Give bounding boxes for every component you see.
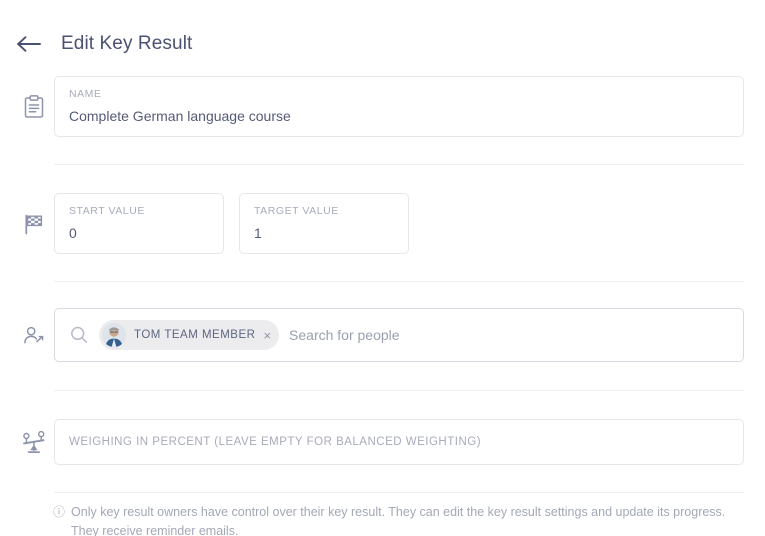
target-value-field[interactable]: TARGET VALUE 1	[239, 193, 409, 254]
weighing-field[interactable]: WEIGHING IN PERCENT (LEAVE EMPTY FOR BAL…	[54, 419, 744, 465]
values-icon-cell	[14, 193, 54, 236]
page-header: Edit Key Result	[0, 0, 765, 66]
people-fields: TOM TEAM MEMBER × Search for people	[54, 308, 765, 362]
person-add-icon	[22, 324, 46, 348]
clipboard-icon	[23, 95, 45, 119]
owner-info-note: ⓘ Only key result owners have control ov…	[0, 493, 765, 536]
name-field[interactable]: NAME Complete German language course	[54, 76, 744, 137]
person-chip-name: TOM TEAM MEMBER	[134, 329, 256, 341]
balance-scale-icon	[21, 431, 47, 455]
person-chip[interactable]: TOM TEAM MEMBER ×	[99, 320, 280, 350]
edit-key-result-page: Edit Key Result NAME Complete German lan…	[0, 0, 765, 536]
people-row: TOM TEAM MEMBER × Search for people	[0, 308, 765, 362]
people-icon-cell	[14, 308, 54, 348]
name-row: NAME Complete German language course	[0, 76, 765, 137]
weighing-row: WEIGHING IN PERCENT (LEAVE EMPTY FOR BAL…	[0, 419, 765, 465]
people-search-input[interactable]: Search for people	[289, 327, 400, 343]
divider-after-values	[54, 281, 744, 282]
divider-after-name	[54, 164, 744, 165]
start-value-label: START VALUE	[69, 205, 145, 217]
name-input[interactable]: Complete German language course	[69, 107, 729, 126]
values-fields: START VALUE 0 TARGET VALUE 1	[54, 193, 765, 254]
start-value-field[interactable]: START VALUE 0	[54, 193, 224, 254]
name-fields: NAME Complete German language course	[54, 76, 765, 137]
divider-after-people	[54, 390, 744, 391]
back-button[interactable]	[16, 29, 50, 59]
search-icon	[69, 325, 89, 345]
target-value-label: TARGET VALUE	[254, 205, 339, 217]
owner-info-text: Only key result owners have control over…	[71, 505, 726, 536]
checkered-flag-icon	[22, 212, 46, 236]
values-row: START VALUE 0 TARGET VALUE 1	[0, 193, 765, 254]
weighing-fields: WEIGHING IN PERCENT (LEAVE EMPTY FOR BAL…	[54, 419, 765, 465]
people-search-field[interactable]: TOM TEAM MEMBER × Search for people	[54, 308, 744, 362]
target-value-input[interactable]: 1	[254, 224, 394, 243]
arrow-left-icon	[16, 34, 42, 54]
info-circle-icon: ⓘ	[53, 505, 66, 519]
weighing-input[interactable]: WEIGHING IN PERCENT (LEAVE EMPTY FOR BAL…	[69, 436, 481, 448]
page-title: Edit Key Result	[61, 33, 193, 54]
start-value-input[interactable]: 0	[69, 224, 209, 243]
weighing-icon-cell	[14, 419, 54, 455]
name-icon-cell	[14, 76, 54, 119]
close-icon[interactable]: ×	[263, 329, 274, 342]
avatar	[102, 323, 126, 347]
name-label: NAME	[69, 88, 102, 100]
